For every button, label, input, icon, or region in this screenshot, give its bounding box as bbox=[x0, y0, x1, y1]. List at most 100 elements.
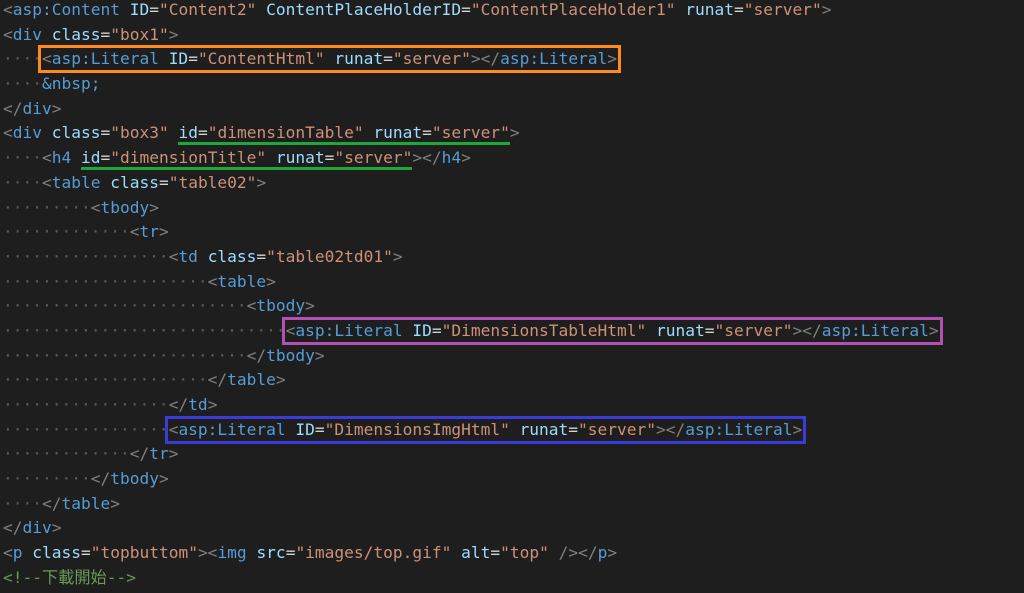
code-token-punct: > bbox=[158, 469, 169, 489]
code-line[interactable]: ·················<asp:Literal ID="Dimens… bbox=[0, 415, 1024, 444]
underline-highlight: id="dimensionTitle" runat="server" bbox=[80, 148, 413, 171]
code-token-attr: runat bbox=[275, 148, 325, 168]
code-token-attr: class bbox=[51, 24, 101, 44]
code-line[interactable]: ·················<td class="table02td01"… bbox=[0, 245, 1024, 270]
indent-whitespace: ···· bbox=[3, 493, 42, 513]
code-token-attr: runat bbox=[685, 0, 734, 19]
code-token-punct: </ bbox=[168, 395, 189, 414]
code-token-val: "server" bbox=[743, 0, 822, 19]
code-token-entity: &nbsp; bbox=[41, 74, 101, 94]
code-token-val: "server" bbox=[578, 419, 657, 439]
code-token-punct: ></ bbox=[792, 320, 822, 340]
code-token-attr: ContentPlaceHolderID bbox=[266, 0, 462, 19]
code-token-punct: ></ bbox=[412, 148, 442, 168]
code-token-punct: < bbox=[246, 296, 257, 316]
code-line[interactable]: <div class="box3" id="dimensionTable" ru… bbox=[0, 121, 1024, 146]
code-line[interactable]: <asp:Content ID="Content2" ContentPlaceH… bbox=[0, 0, 1024, 23]
highlight-box-purple: <asp:Literal ID="DimensionsTableHtml" ru… bbox=[281, 316, 943, 345]
code-line[interactable]: ·········</tbody> bbox=[0, 467, 1024, 492]
code-token-tag: p bbox=[12, 543, 23, 563]
code-token-val: "topbuttom" bbox=[90, 543, 198, 563]
code-line[interactable]: ····<table class="table02"> bbox=[0, 171, 1024, 196]
code-token-tag: tbody bbox=[110, 469, 159, 489]
code-token-plain: = bbox=[188, 49, 198, 69]
code-line[interactable]: ·························<tbody> bbox=[0, 294, 1024, 319]
code-token-tag: table bbox=[227, 370, 276, 390]
code-line[interactable]: <p class="topbuttom"><img src="images/to… bbox=[0, 541, 1024, 566]
code-token-plain: = bbox=[704, 320, 715, 340]
code-token-attr: id bbox=[178, 123, 198, 143]
code-token-val: "ContentPlaceHolder1" bbox=[470, 0, 676, 19]
indent-whitespace: ···· bbox=[3, 49, 42, 69]
code-token-plain: = bbox=[324, 148, 335, 168]
code-token-punct: > bbox=[51, 518, 62, 538]
code-token-punct: < bbox=[3, 123, 13, 143]
code-token-punct: < bbox=[3, 24, 13, 44]
code-token-val: "server" bbox=[392, 49, 471, 69]
code-token-tag: div bbox=[12, 123, 42, 143]
code-token-punct: > bbox=[158, 222, 169, 242]
code-token-attr: runat bbox=[334, 49, 384, 69]
code-token-plain: = bbox=[461, 0, 471, 19]
code-line[interactable]: ·····················<table> bbox=[0, 270, 1024, 295]
code-line[interactable]: ·····················</table> bbox=[0, 368, 1024, 393]
code-token-tag: h4 bbox=[441, 148, 462, 168]
code-token-attr: id bbox=[80, 148, 101, 168]
code-token-punct: > bbox=[607, 543, 618, 563]
code-line[interactable]: ·········<tbody> bbox=[0, 196, 1024, 221]
code-line[interactable]: ····<h4 id="dimensionTitle" runat="serve… bbox=[0, 146, 1024, 171]
code-editor[interactable]: <asp:Content ID="Content2" ContentPlaceH… bbox=[0, 0, 1024, 591]
code-token-tag: table bbox=[51, 172, 101, 192]
code-token-punct: < bbox=[285, 320, 296, 340]
code-line[interactable]: ····<asp:Literal ID="ContentHtml" runat=… bbox=[0, 45, 1024, 74]
code-token-punct: < bbox=[3, 0, 13, 19]
code-token-punct: </ bbox=[3, 518, 23, 538]
code-token-tag: td bbox=[188, 395, 208, 414]
code-line[interactable]: ·················</td> bbox=[0, 393, 1024, 418]
code-token-plain: = bbox=[100, 148, 111, 168]
code-token-punct: > bbox=[256, 172, 267, 192]
code-token-punct: > bbox=[149, 197, 159, 217]
highlight-box-orange: <asp:Literal ID="ContentHtml" runat="ser… bbox=[37, 45, 622, 74]
code-token-tag: tr bbox=[149, 444, 169, 464]
code-token-plain: = bbox=[490, 543, 501, 563]
code-token-attr: ID bbox=[412, 320, 432, 340]
indent-whitespace: ························· bbox=[3, 296, 247, 316]
code-line[interactable]: </div> bbox=[0, 97, 1024, 122]
code-line[interactable]: ·························</tbody> bbox=[0, 344, 1024, 369]
code-token-punct: < bbox=[207, 271, 218, 291]
code-line[interactable]: <div class="box1"> bbox=[0, 23, 1024, 48]
code-token-punct: > bbox=[266, 271, 276, 291]
code-token-plain: = bbox=[256, 246, 267, 266]
code-line[interactable]: ····&nbsp; bbox=[0, 72, 1024, 97]
code-token-tag: div bbox=[12, 24, 42, 44]
code-token-punct: > bbox=[314, 345, 325, 365]
code-token-tag: asp:Literal bbox=[51, 49, 159, 69]
code-token-attr: runat bbox=[373, 123, 423, 143]
code-token-punct: > bbox=[305, 296, 315, 316]
indent-whitespace: ········· bbox=[3, 197, 91, 217]
code-token-plain: = bbox=[568, 419, 579, 439]
code-line[interactable]: ·············</tr> bbox=[0, 442, 1024, 467]
code-token-val: "box3" bbox=[110, 123, 169, 143]
code-token-attr: class bbox=[32, 543, 81, 563]
code-line[interactable]: ····</table> bbox=[0, 492, 1024, 517]
code-line[interactable]: <!--下載開始--> bbox=[0, 566, 1024, 591]
code-line[interactable]: ·············<tr> bbox=[0, 220, 1024, 245]
code-token-tag: tr bbox=[139, 222, 159, 242]
code-line[interactable]: </div> bbox=[0, 516, 1024, 541]
code-token-tag: table bbox=[217, 271, 267, 291]
code-token-tag: asp:Literal bbox=[821, 320, 929, 340]
code-token-punct: < bbox=[41, 148, 52, 168]
code-line[interactable]: ·····························<asp:Litera… bbox=[0, 316, 1024, 345]
code-token-punct: </ bbox=[207, 370, 228, 390]
code-token-punct: > bbox=[461, 148, 471, 168]
code-token-punct: ></ bbox=[656, 419, 686, 439]
